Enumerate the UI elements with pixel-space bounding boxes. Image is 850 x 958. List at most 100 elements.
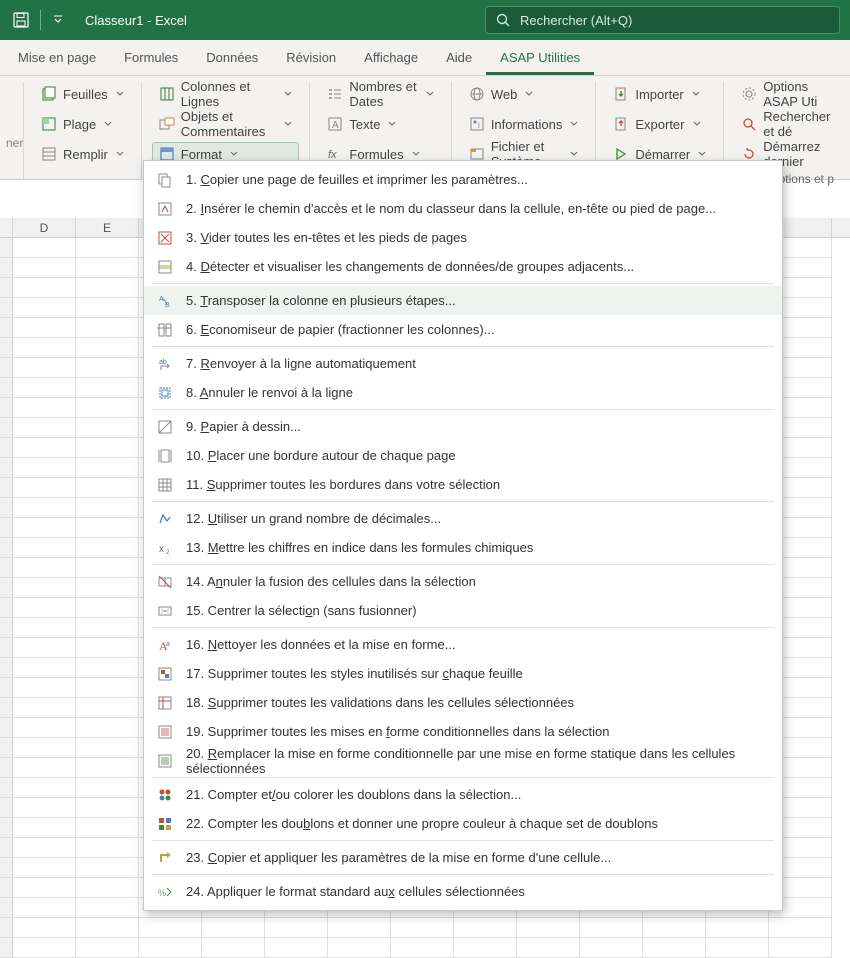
texte-button[interactable]: A Texte [320,112,440,136]
cell[interactable] [580,918,643,938]
menu-item-14[interactable]: 14. Annuler la fusion des cellules dans … [144,567,782,596]
cell[interactable] [13,538,76,558]
tab-révision[interactable]: Révision [272,42,350,75]
cell[interactable] [643,938,706,958]
cell[interactable] [76,438,139,458]
cell[interactable] [76,898,139,918]
cell[interactable] [13,378,76,398]
cell[interactable] [202,918,265,938]
cell[interactable] [76,578,139,598]
cell[interactable] [76,458,139,478]
cell[interactable] [76,618,139,638]
cell[interactable] [76,798,139,818]
cell[interactable] [76,638,139,658]
tab-aide[interactable]: Aide [432,42,486,75]
cell[interactable] [76,378,139,398]
cell[interactable] [76,418,139,438]
cell[interactable] [13,758,76,778]
menu-item-12[interactable]: 12. Utiliser un grand nombre de décimale… [144,504,782,533]
menu-item-22[interactable]: 22. Compter les doublons et donner une p… [144,809,782,838]
rechercher-button[interactable]: Rechercher et dé [734,112,840,136]
menu-item-2[interactable]: 2. Insérer le chemin d'accès et le nom d… [144,194,782,223]
cell[interactable] [76,718,139,738]
cell[interactable] [13,918,76,938]
cell[interactable] [76,658,139,678]
cell[interactable] [13,738,76,758]
menu-item-3[interactable]: 3. Vider toutes les en-têtes et les pied… [144,223,782,252]
cell[interactable] [76,778,139,798]
cell[interactable] [13,438,76,458]
cell[interactable] [76,318,139,338]
menu-item-23[interactable]: 23. Copier et appliquer les paramètres d… [144,843,782,872]
menu-item-1[interactable]: 1. Copier une page de feuilles et imprim… [144,165,782,194]
cell[interactable] [139,938,202,958]
menu-item-16[interactable]: Aa16. Nettoyer les données et la mise en… [144,630,782,659]
cell[interactable] [13,938,76,958]
cell[interactable] [13,478,76,498]
feuilles-button[interactable]: Feuilles [34,82,131,106]
options-button[interactable]: Options ASAP Uti [734,82,840,106]
menu-item-11[interactable]: 11. Supprimer toutes les bordures dans v… [144,470,782,499]
cell[interactable] [13,338,76,358]
cell[interactable] [76,878,139,898]
cell[interactable] [76,858,139,878]
remplir-button[interactable]: Remplir [34,142,131,166]
cell[interactable] [202,938,265,958]
menu-item-24[interactable]: %24. Appliquer le format standard aux ce… [144,877,782,906]
cell[interactable] [517,938,580,958]
cell[interactable] [76,498,139,518]
cell[interactable] [76,538,139,558]
cell[interactable] [76,678,139,698]
tab-asap-utilities[interactable]: ASAP Utilities [486,42,594,75]
plage-button[interactable]: Plage [34,112,131,136]
cell[interactable] [13,838,76,858]
cell[interactable] [76,918,139,938]
cell[interactable] [76,738,139,758]
tab-formules[interactable]: Formules [110,42,192,75]
cell[interactable] [76,338,139,358]
cell[interactable] [13,718,76,738]
cell[interactable] [643,918,706,938]
cell[interactable] [328,938,391,958]
cell[interactable] [139,918,202,938]
cell[interactable] [580,938,643,958]
cell[interactable] [13,658,76,678]
cell[interactable] [76,698,139,718]
menu-item-9[interactable]: 9. Papier à dessin... [144,412,782,441]
cell[interactable] [265,918,328,938]
column-header[interactable]: D [13,218,76,237]
cell[interactable] [13,678,76,698]
cell[interactable] [265,938,328,958]
menu-item-4[interactable]: 4. Détecter et visualiser les changement… [144,252,782,281]
cell[interactable] [76,258,139,278]
cell[interactable] [454,938,517,958]
cell[interactable] [76,938,139,958]
cell[interactable] [76,358,139,378]
cell[interactable] [76,278,139,298]
search-box[interactable]: Rechercher (Alt+Q) [485,6,840,34]
cell[interactable] [328,918,391,938]
cell[interactable] [517,918,580,938]
cell[interactable] [76,598,139,618]
cell[interactable] [76,398,139,418]
cell[interactable] [76,818,139,838]
cell[interactable] [76,518,139,538]
cell[interactable] [13,258,76,278]
cell[interactable] [13,458,76,478]
menu-item-17[interactable]: 17. Supprimer toutes les styles inutilis… [144,659,782,688]
cell[interactable] [76,238,139,258]
cell[interactable] [13,398,76,418]
save-icon[interactable] [12,11,30,29]
menu-item-20[interactable]: 20. Remplacer la mise en forme condition… [144,746,782,775]
cell[interactable] [391,938,454,958]
cell[interactable] [13,418,76,438]
menu-item-8[interactable]: 8. Annuler le renvoi à la ligne [144,378,782,407]
cell[interactable] [454,918,517,938]
cell[interactable] [13,298,76,318]
qat-customize-icon[interactable] [49,11,67,29]
cell[interactable] [76,838,139,858]
tab-mise-en-page[interactable]: Mise en page [4,42,110,75]
cell[interactable] [13,318,76,338]
cell[interactable] [13,778,76,798]
nombres-button[interactable]: Nombres et Dates [320,82,440,106]
